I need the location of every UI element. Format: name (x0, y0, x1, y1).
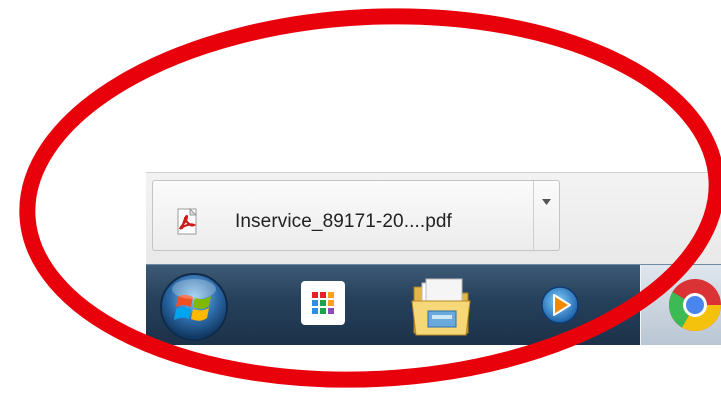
download-filename: Inservice_89171-20....pdf (235, 211, 452, 232)
download-menu-button[interactable] (534, 181, 559, 250)
screenshot-stage: Inservice_89171-20....pdf (0, 0, 721, 393)
media-player-icon (538, 265, 588, 345)
chrome-icon (641, 265, 721, 345)
folder-icon (408, 265, 478, 345)
download-item[interactable]: Inservice_89171-20....pdf (152, 180, 560, 251)
windows-taskbar (146, 264, 721, 345)
taskbar-media-player-button[interactable] (538, 265, 588, 345)
start-button[interactable] (154, 265, 234, 345)
taskbar-chrome-button[interactable] (640, 265, 721, 345)
chevron-down-icon (542, 199, 551, 205)
apps-grid-icon (296, 265, 356, 345)
taskbar-explorer-button[interactable] (408, 265, 478, 345)
download-shelf: Inservice_89171-20....pdf (146, 172, 721, 265)
windows-start-icon (154, 265, 234, 345)
taskbar-apps-button[interactable] (296, 265, 356, 345)
pdf-icon (175, 208, 201, 236)
